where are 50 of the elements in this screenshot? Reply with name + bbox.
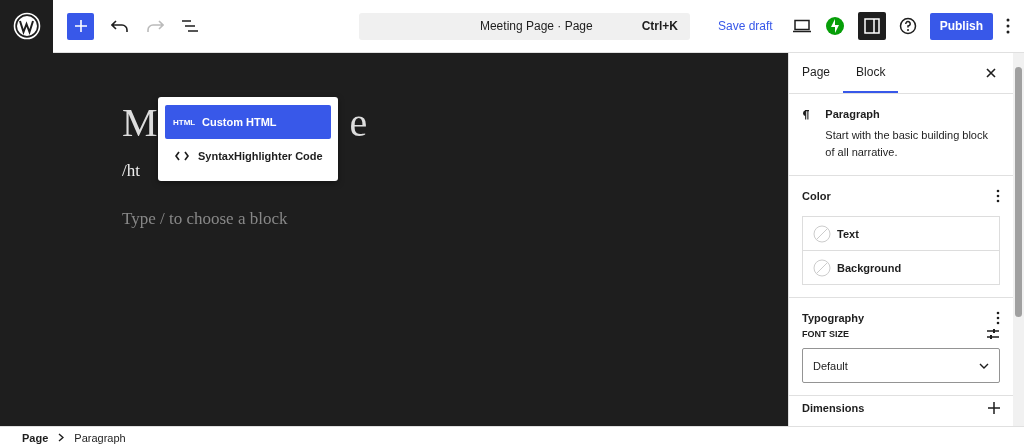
block-name: Custom HTML <box>202 116 277 128</box>
paragraph-text[interactable]: /ht <box>122 161 140 181</box>
undo-icon[interactable] <box>111 19 129 33</box>
sliders-icon[interactable] <box>986 328 1000 340</box>
sidebar-panel-icon <box>863 18 880 34</box>
more-options-icon[interactable] <box>1006 18 1010 34</box>
lightning-icon[interactable] <box>824 16 845 36</box>
plus-icon[interactable] <box>988 402 1000 414</box>
help-icon[interactable] <box>898 17 917 35</box>
panel-title: Dimensions <box>802 402 865 414</box>
save-draft-button[interactable]: Save draft <box>711 15 779 37</box>
more-options-icon[interactable] <box>996 311 1000 325</box>
color-option[interactable]: Background <box>803 250 999 284</box>
pilcrow-icon <box>802 108 810 122</box>
breadcrumb-link[interactable]: Paragraph <box>74 431 126 444</box>
empty-swatch-icon <box>813 224 831 243</box>
sidebar-tab[interactable]: Block <box>843 53 899 93</box>
close-icon[interactable] <box>986 68 996 78</box>
block-description: Start with the basic building block of all narrative. <box>825 128 989 160</box>
list-view-icon[interactable] <box>181 19 199 33</box>
code-icon <box>175 151 189 161</box>
font-size-label: FONT SIZE <box>802 329 849 339</box>
color-option[interactable]: Text <box>803 217 999 250</box>
more-options-icon[interactable] <box>996 189 1000 203</box>
wordpress-logo[interactable] <box>0 0 53 53</box>
chevron-right-icon <box>58 433 65 442</box>
add-block-button[interactable] <box>67 12 94 40</box>
logo-icon <box>12 12 41 40</box>
empty-swatch-icon <box>813 258 831 277</box>
font-size-select[interactable]: Default <box>802 348 1000 383</box>
panel-title: Typography <box>802 312 865 324</box>
plus-icon <box>73 19 88 33</box>
publish-button[interactable]: Publish <box>929 12 993 40</box>
page-title-fragment: e <box>349 99 368 147</box>
panel-title: Color <box>802 190 831 202</box>
page-title-fragment: M <box>122 99 158 147</box>
chevron-down-icon <box>979 362 989 369</box>
settings-toggle-button[interactable] <box>857 12 886 40</box>
sidebar-tab[interactable]: Page <box>789 53 844 93</box>
scrollbar[interactable] <box>1013 53 1024 426</box>
shortcut-label: Ctrl+K <box>641 19 678 33</box>
block-suggestion-item[interactable]: SyntaxHighlighter Code <box>165 139 331 173</box>
html-icon: HTML <box>173 117 196 127</box>
breadcrumb-link[interactable]: Page <box>22 431 49 444</box>
command-bar[interactable]: Meeting Page · Page Ctrl+K <box>359 12 690 40</box>
laptop-icon[interactable] <box>791 19 812 33</box>
block-placeholder[interactable]: Type / to choose a block <box>122 209 288 229</box>
block-suggestion-item[interactable]: HTML Custom HTML <box>165 105 331 139</box>
block-title: Paragraph <box>825 108 881 120</box>
block-name: SyntaxHighlighter Code <box>198 150 323 162</box>
